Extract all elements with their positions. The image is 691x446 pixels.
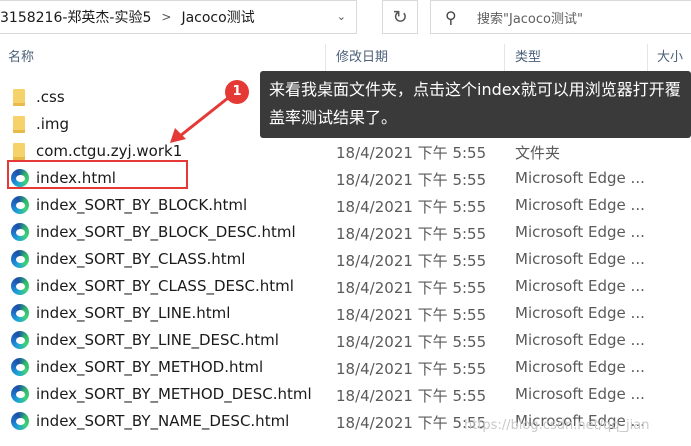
annotation-arrow (170, 96, 229, 143)
annotation-callout: 来看我桌面文件夹，点击这个index就可以用浏览器打开覆盖率测试结果了。 (260, 71, 691, 138)
watermark: https://blog.csdn.net/qq_jian (464, 418, 650, 433)
annotation-badge: 1 (225, 80, 249, 104)
